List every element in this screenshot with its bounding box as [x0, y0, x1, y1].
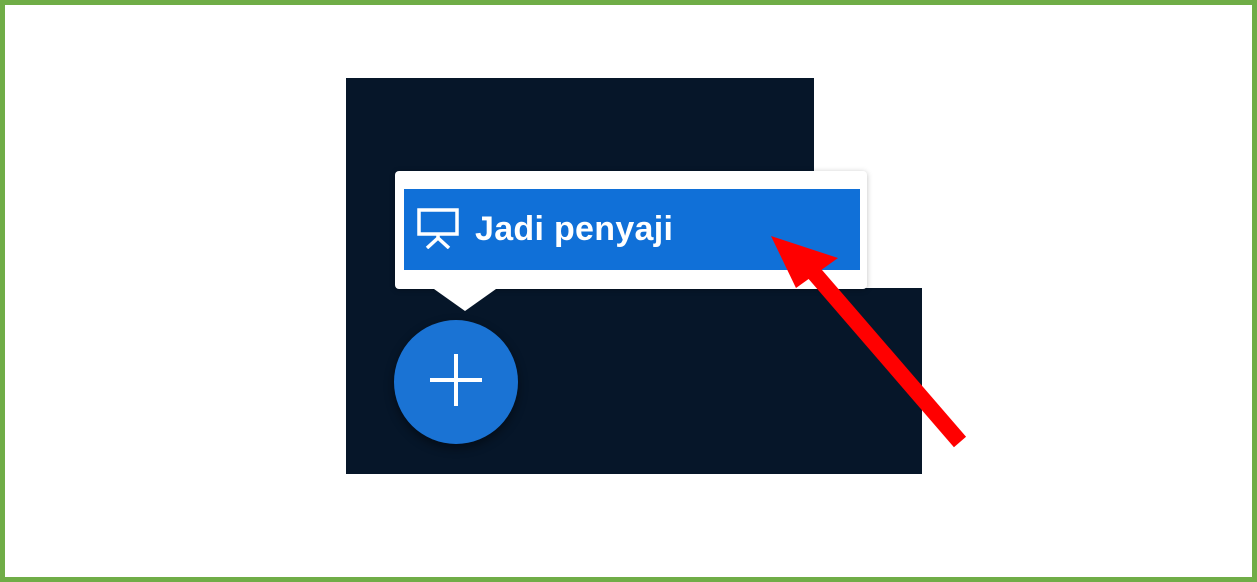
popup-caret	[434, 289, 496, 311]
actions-plus-button[interactable]	[394, 320, 518, 444]
presentation-screen-icon	[417, 208, 459, 249]
plus-icon	[430, 354, 482, 406]
menu-item-take-presenter[interactable]: Jadi penyaji	[404, 189, 860, 270]
menu-item-label: Jadi penyaji	[475, 210, 674, 248]
